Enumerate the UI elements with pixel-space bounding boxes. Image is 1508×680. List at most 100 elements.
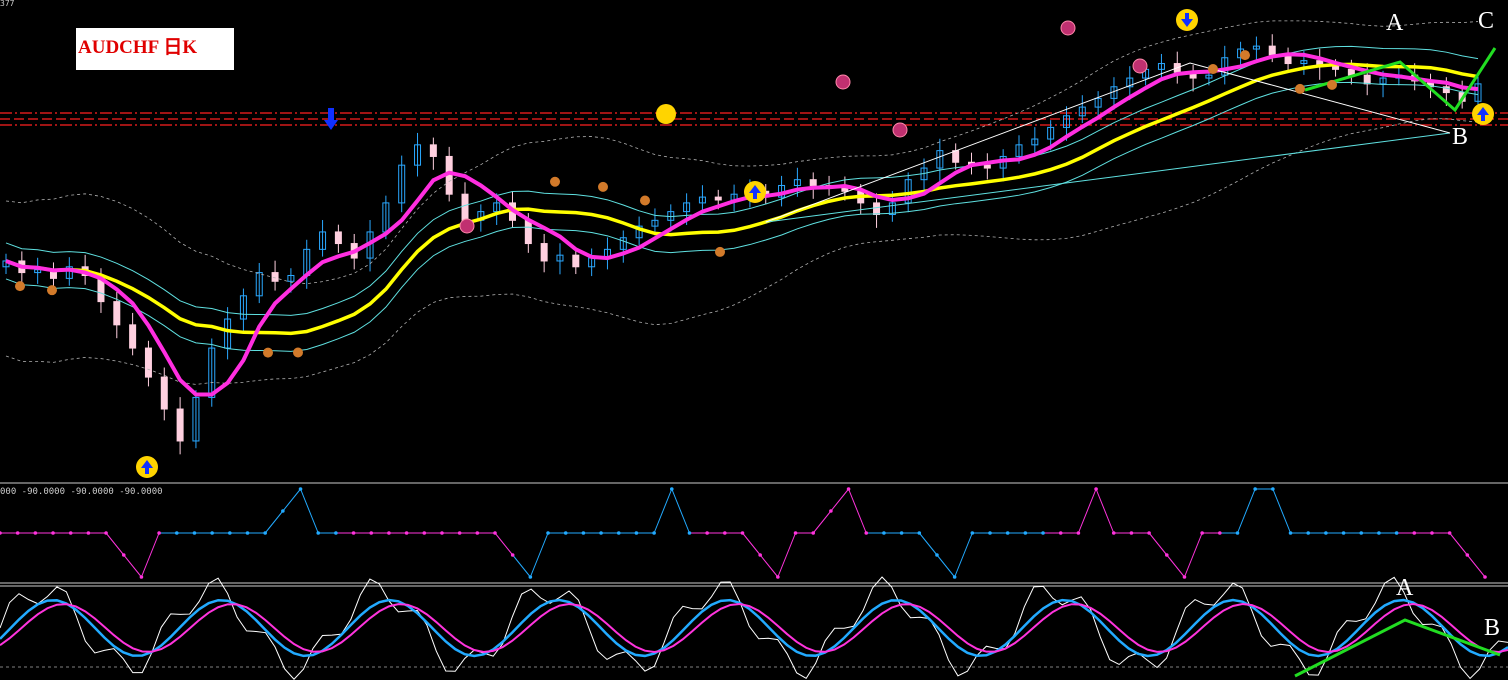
candle-body (176, 408, 184, 442)
burst-marker (459, 218, 475, 234)
indicator-segment (1449, 532, 1468, 556)
indicator-segment (812, 510, 832, 534)
indicator-dot (669, 487, 674, 491)
signal-dot (1208, 64, 1218, 75)
indicator-dot (634, 531, 639, 535)
trend-line (765, 132, 1451, 223)
pattern-abc-line (1304, 47, 1497, 113)
signal-dot (640, 195, 650, 206)
indicator-dot (86, 531, 91, 535)
candle-body (429, 144, 437, 157)
oscillator-main-line (0, 576, 1508, 680)
indicator-dot (1253, 487, 1257, 491)
indicator-dot (210, 531, 214, 535)
band-lower (5, 81, 1479, 352)
indicator-dot (1341, 531, 1346, 535)
ma-fast-line (5, 52, 1479, 397)
candle-body (952, 150, 960, 163)
indicator-dot (369, 531, 374, 535)
indicator-dot (1076, 531, 1081, 535)
indicator-segment (848, 488, 867, 534)
indicator-segment (300, 488, 319, 534)
burst-marker (835, 74, 851, 90)
signal-dot (293, 347, 303, 358)
indicator-dot (245, 531, 250, 535)
indicator-dot (1324, 531, 1328, 535)
indicator-dot (1147, 531, 1151, 535)
indicator-dot (475, 531, 480, 535)
indicator-dot (1235, 531, 1240, 535)
indicator-dot (740, 531, 745, 535)
label-c: C (1478, 8, 1495, 34)
indicator-segment (742, 532, 761, 556)
signal-dot (550, 176, 560, 187)
indicator-segment (140, 532, 160, 578)
burst-marker (1060, 20, 1076, 36)
signal-dot (598, 181, 608, 192)
candle-body (113, 301, 121, 326)
indicator-segment (1077, 488, 1097, 534)
indicator-dot (599, 531, 603, 535)
indicator-dot (899, 531, 904, 535)
indicator-dot (1005, 531, 1010, 535)
indicator-dot (988, 531, 992, 535)
indicator-segment (264, 510, 284, 534)
indicator-dot (882, 531, 886, 535)
indicator-dot (1394, 531, 1399, 535)
label-b: B (1452, 124, 1469, 150)
indicator-dot (758, 553, 762, 557)
pattern-ab-line (1294, 618, 1501, 678)
signal-dot (715, 246, 725, 257)
indicator-dot (121, 553, 126, 557)
indicator-segment (1466, 554, 1486, 578)
indicator-dot (351, 531, 356, 535)
candle-body (1363, 74, 1371, 85)
indicator-segment (759, 554, 779, 578)
indicator-dot (263, 531, 267, 535)
indicator-segment (512, 554, 531, 578)
candle-body (160, 376, 168, 410)
indicator-dot (1023, 531, 1028, 535)
indicator-dot (952, 575, 957, 579)
indicator-dot (1271, 487, 1275, 491)
indicator-dot (1412, 531, 1417, 535)
indicator-dot (1447, 531, 1452, 535)
indicator-segment (830, 488, 849, 512)
indicator-dot (174, 531, 179, 535)
indicator-dot (687, 531, 692, 535)
indicator-dot (33, 531, 38, 535)
indicator-segment (918, 532, 938, 556)
indicator-dot (192, 531, 197, 535)
count-marker (656, 104, 676, 124)
indicator-segment (1184, 532, 1203, 578)
indicator-dot (793, 531, 798, 535)
indicator-dot (1306, 531, 1311, 535)
top-value: 377 (0, 0, 15, 8)
signal-dot (47, 285, 57, 296)
indicator-dot (404, 531, 409, 535)
indicator-dot (1218, 531, 1222, 535)
indicator-dot (723, 531, 727, 535)
indicator-dot (811, 531, 816, 535)
indicator-dot (228, 531, 232, 535)
indicator-dot (51, 531, 55, 535)
burst-marker (1132, 58, 1148, 74)
indicator-panel (0, 487, 1487, 579)
candle-body (540, 243, 548, 262)
indicator-dot (652, 531, 656, 535)
candle-body (572, 254, 580, 268)
indicator-segment (671, 488, 690, 534)
indicator-dot (15, 531, 20, 535)
main-panel (0, 9, 1508, 478)
candle-body (1268, 45, 1276, 56)
candle-body (714, 196, 722, 201)
candle-body (841, 187, 849, 192)
label-a: A (1386, 10, 1404, 36)
indicator-dot (1430, 531, 1434, 535)
indicator-segment (494, 532, 514, 556)
indicator-dot (917, 531, 922, 535)
indicator-dot (616, 531, 621, 535)
indicator-dot (68, 531, 73, 535)
indicator-dot (705, 531, 709, 535)
indicator-label: 000 -90.0000 -90.0000 -90.0000 (0, 487, 163, 497)
